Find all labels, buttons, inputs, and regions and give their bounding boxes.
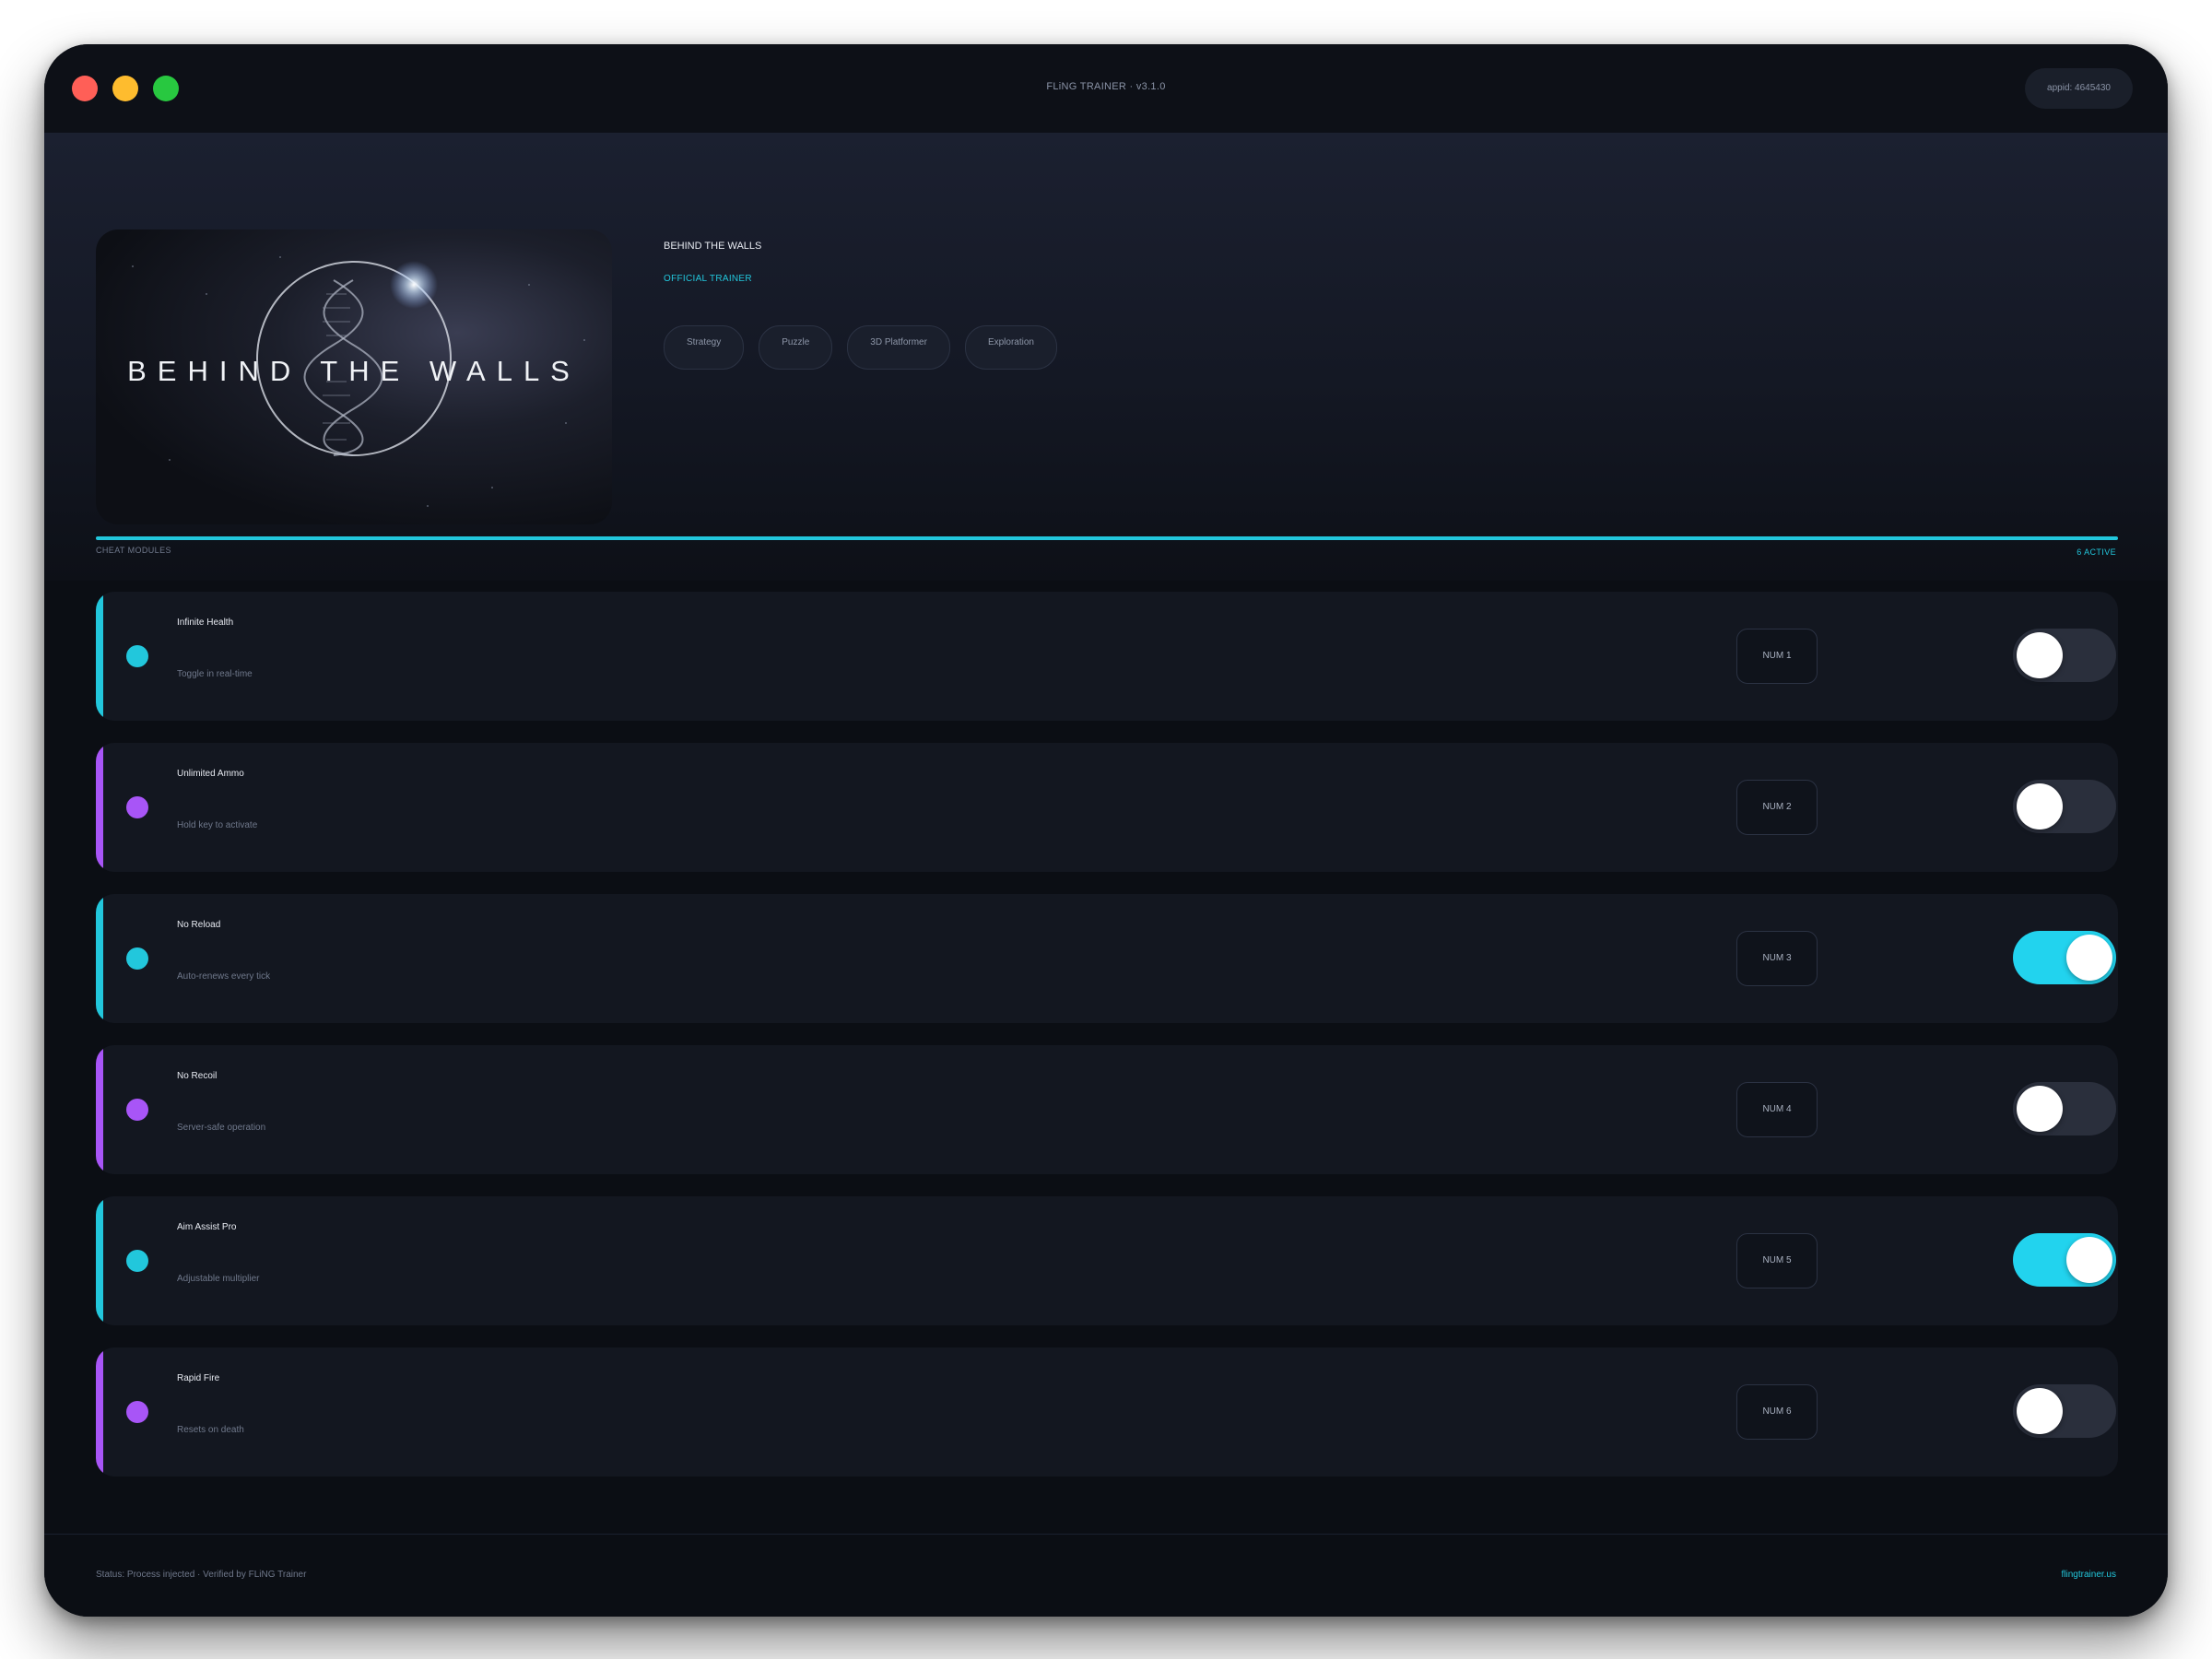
module-description: Hold key to activate [177,820,258,830]
game-cover-image: BEHIND THE WALLS [96,229,612,524]
hotkey-button[interactable]: NUM 5 [1736,1233,1818,1288]
genre-tag[interactable]: Puzzle [759,325,833,370]
title-bar: FLiNG TRAINER · v3.1.0 appid: 4645430 [44,44,2168,134]
module-description: Resets on death [177,1425,244,1435]
cheat-module: Unlimited Ammo Hold key to activate NUM … [96,743,2118,872]
hotkey-button[interactable]: NUM 1 [1736,629,1818,684]
genre-tag[interactable]: 3D Platformer [847,325,950,370]
status-dot-icon [126,1401,148,1423]
module-toggle[interactable] [2013,780,2116,833]
genre-tag[interactable]: Exploration [964,325,1057,370]
hotkey-button[interactable]: NUM 6 [1736,1384,1818,1440]
toggle-knob [2017,1388,2063,1434]
module-accent-bar [96,1045,103,1174]
status-text: Status: Process injected · Verified by F… [96,1570,307,1580]
toggle-knob [2066,1237,2112,1283]
cheat-module: Rapid Fire Resets on death NUM 6 [96,1347,2118,1477]
hotkey-button[interactable]: NUM 4 [1736,1082,1818,1137]
status-dot-icon [126,1250,148,1272]
module-accent-bar [96,592,103,721]
module-name: No Reload [177,920,221,930]
module-accent-bar [96,894,103,1023]
module-accent-bar [96,743,103,872]
module-description: Adjustable multiplier [177,1274,260,1284]
module-toggle[interactable] [2013,1233,2116,1287]
toggle-knob [2017,783,2063,830]
hotkey-button[interactable]: NUM 2 [1736,780,1818,835]
website-link[interactable]: flingtrainer.us [2062,1570,2116,1580]
active-count: 6 ACTIVE [2077,547,2116,557]
genre-tag[interactable]: Strategy [664,325,745,370]
trainer-window: FLiNG TRAINER · v3.1.0 appid: 4645430 BE… [44,44,2168,1617]
cheat-module: Aim Assist Pro Adjustable multiplier NUM… [96,1196,2118,1325]
genre-tags: Strategy Puzzle 3D Platformer Exploratio… [664,325,1057,370]
toggle-knob [2017,1086,2063,1132]
appid-badge: appid: 4645430 [2025,68,2133,109]
module-accent-bar [96,1347,103,1477]
hotkey-button[interactable]: NUM 3 [1736,931,1818,986]
module-toggle[interactable] [2013,931,2116,984]
status-dot-icon [126,796,148,818]
game-name: BEHIND THE WALLS [664,241,762,252]
cheat-modules-list: Infinite Health Toggle in real-time NUM … [96,592,2118,1499]
status-dot-icon [126,645,148,667]
module-accent-bar [96,1196,103,1325]
cheat-module: No Recoil Server-safe operation NUM 4 [96,1045,2118,1174]
module-description: Toggle in real-time [177,669,253,679]
module-toggle[interactable] [2013,629,2116,682]
section-label: CHEAT MODULES [96,546,171,555]
game-hero: BEHIND THE WALLS BEHIND THE WALLS OFFICI… [44,134,2168,581]
module-toggle[interactable] [2013,1384,2116,1438]
module-name: Rapid Fire [177,1373,220,1383]
module-description: Server-safe operation [177,1123,266,1133]
module-name: Aim Assist Pro [177,1222,237,1232]
module-name: Unlimited Ammo [177,769,244,779]
toggle-knob [2017,632,2063,678]
cover-title: BEHIND THE WALLS [127,355,581,387]
section-divider [96,536,2118,540]
module-toggle[interactable] [2013,1082,2116,1135]
status-dot-icon [126,947,148,970]
status-dot-icon [126,1099,148,1121]
cheat-module: Infinite Health Toggle in real-time NUM … [96,592,2118,721]
toggle-knob [2066,935,2112,981]
status-footer: Status: Process injected · Verified by F… [44,1534,2168,1617]
module-description: Auto-renews every tick [177,971,271,982]
official-trainer-badge: OFFICIAL TRAINER [664,274,752,284]
module-name: No Recoil [177,1071,218,1081]
cheat-module: No Reload Auto-renews every tick NUM 3 [96,894,2118,1023]
window-title: FLiNG TRAINER · v3.1.0 [1046,81,1166,92]
module-name: Infinite Health [177,618,234,628]
